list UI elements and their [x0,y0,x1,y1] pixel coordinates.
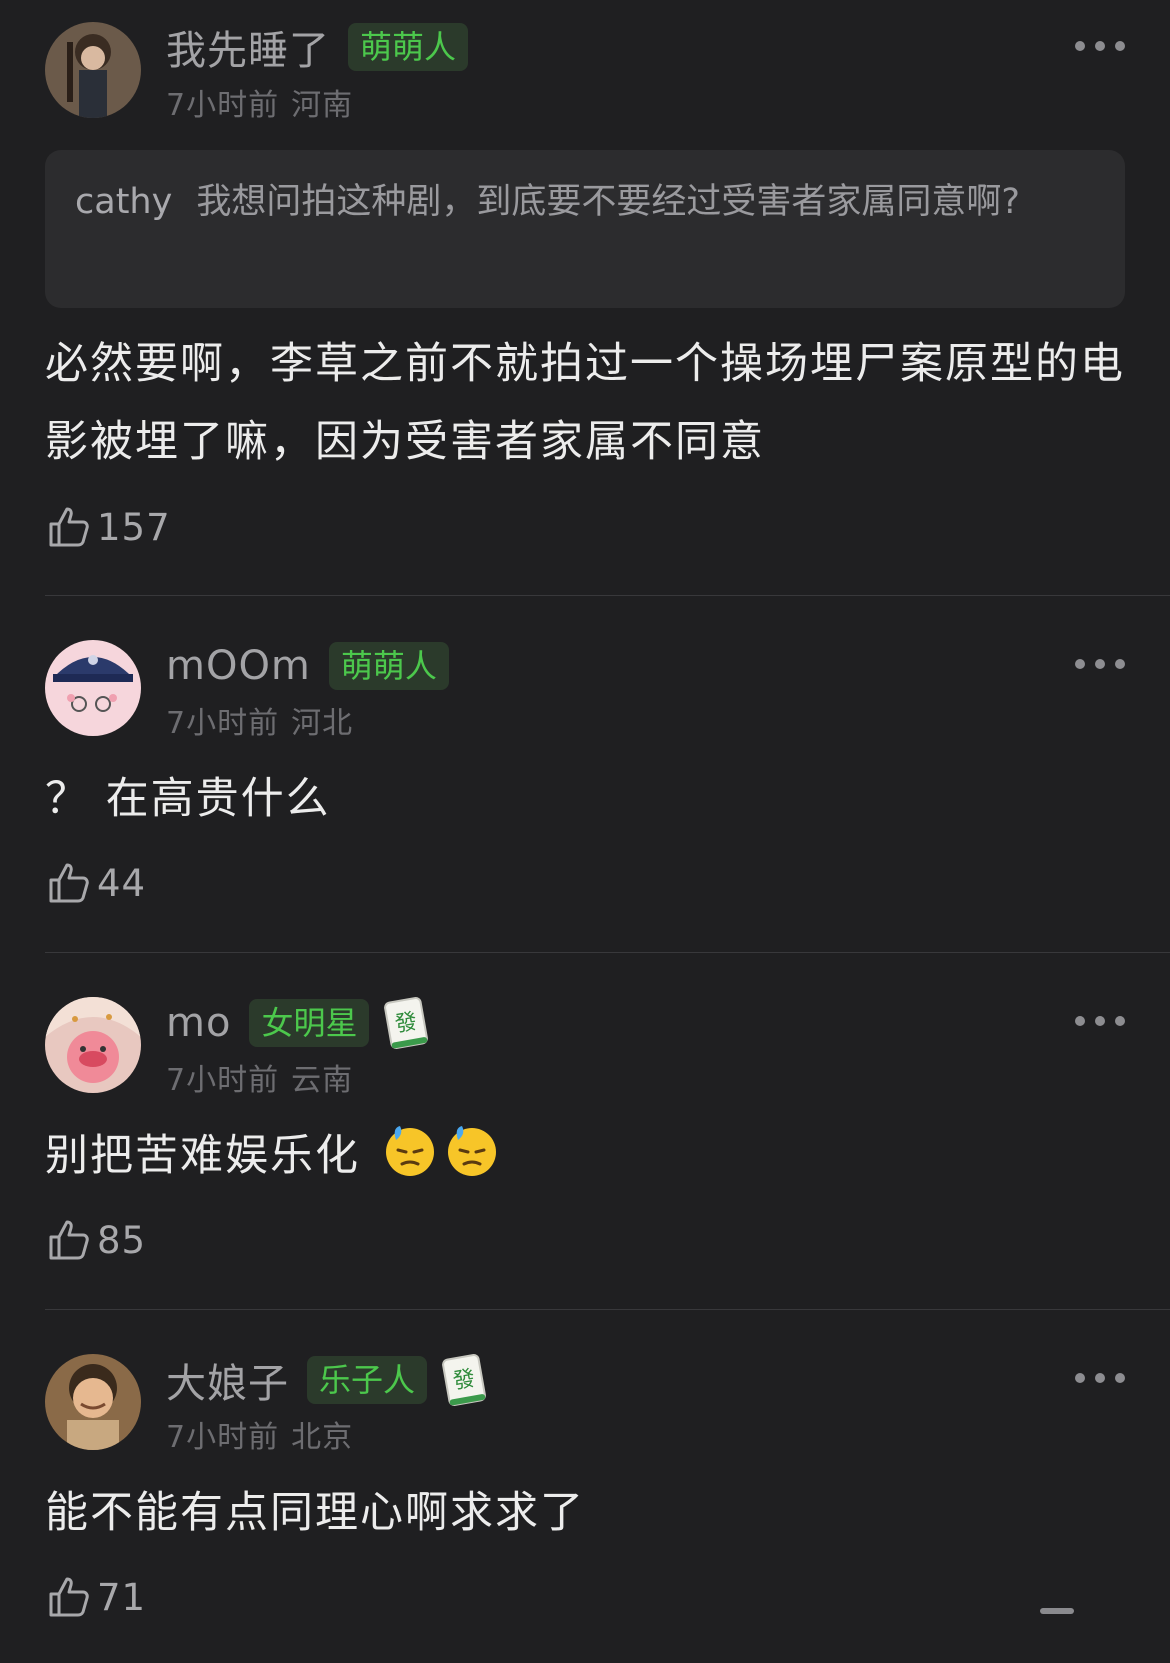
mahjong-fa-tile: 發 [383,996,429,1050]
timestamp: 7小时前 [166,88,280,123]
name-row: 大娘子 乐子人 發 [166,1353,487,1407]
timestamp: 7小时前 [166,1063,280,1098]
more-icon[interactable] [1075,1011,1125,1031]
more-icon[interactable] [1075,1368,1125,1388]
avatar[interactable] [45,1354,141,1450]
location: 北京 [291,1420,354,1455]
divider [45,1309,1170,1310]
quoted-text: 我想问拍这种剧，到底要不要经过受害者家属同意啊? [196,182,1020,222]
location: 河南 [291,88,354,123]
like-count: 71 [97,1575,147,1619]
username[interactable]: 大娘子 [166,1351,289,1409]
avatar[interactable] [45,997,141,1093]
like-button[interactable]: 85 [45,1215,146,1265]
like-button[interactable]: 157 [45,502,171,552]
avatar[interactable] [45,22,141,118]
location: 河北 [291,706,354,741]
tile-glyph: 發 [394,1009,420,1037]
timestamp: 7小时前 [166,1420,280,1455]
username[interactable]: 我先睡了 [166,18,330,76]
more-icon[interactable] [1075,36,1125,56]
mahjong-fa-tile: 發 [441,1353,487,1407]
divider [45,952,1170,953]
username[interactable]: mOOm [166,643,311,689]
like-icon [45,1573,93,1621]
comment-meta: 7小时前 北京 [166,1412,353,1456]
like-icon [45,503,93,551]
like-icon [45,859,93,907]
avatar[interactable] [45,640,141,736]
username[interactable]: mo [166,1000,231,1046]
divider [45,595,1170,596]
downcast-sweat-emoji [382,1122,438,1178]
like-icon [45,1216,93,1264]
comment-text: 别把苦难娱乐化 [45,1131,360,1181]
comment-text: ？ 在高贵什么 [45,774,331,824]
name-row: 我先睡了 萌萌人 [166,22,469,74]
user-badge: 女明星 [249,999,370,1047]
comment-meta: 7小时前 云南 [166,1055,353,1099]
scroll-handle[interactable] [1040,1608,1074,1614]
like-count: 85 [97,1218,147,1262]
comment-meta: 7小时前 河北 [166,698,353,742]
quoted-reply[interactable]: cathy 我想问拍这种剧，到底要不要经过受害者家属同意啊? [45,150,1125,308]
tile-glyph: 發 [451,1366,477,1394]
name-row: mOOm 萌萌人 [166,641,449,691]
comment-text-row: 别把苦难娱乐化 [45,1117,1135,1195]
comment-meta: 7小时前 河南 [166,80,353,124]
user-badge: 萌萌人 [328,642,449,690]
timestamp: 7小时前 [166,706,280,741]
like-count: 44 [97,861,147,905]
comment-feed: 我先睡了 萌萌人 7小时前 河南 cathy 我想问拍这种剧，到底要不要经过受害者家… [0,0,1170,1663]
quoted-username: cathy [75,182,173,222]
like-button[interactable]: 71 [45,1572,146,1622]
user-badge: 萌萌人 [348,23,469,71]
user-badge: 乐子人 [307,1356,428,1404]
like-button[interactable]: 44 [45,858,146,908]
downcast-sweat-emoji [444,1122,500,1178]
like-count: 157 [97,505,171,549]
comment-text: 必然要啊，李草之前不就拍过一个操场埋尸案原型的电影被埋了嘛，因为受害者家属不同意 [45,339,1125,467]
location: 云南 [291,1063,354,1098]
more-icon[interactable] [1075,654,1125,674]
comment-text: 能不能有点同理心啊求求了 [45,1488,585,1538]
name-row: mo 女明星 發 [166,996,429,1050]
